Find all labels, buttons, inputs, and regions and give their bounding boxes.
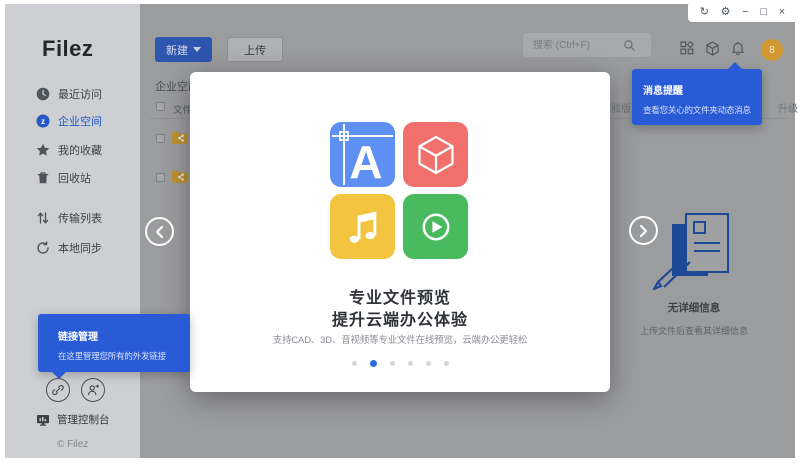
- cad-preview-tile: A: [330, 122, 395, 187]
- z-badge-icon: z: [36, 114, 50, 128]
- link-icon: [52, 384, 64, 396]
- upload-button-label: 上传: [244, 44, 266, 57]
- detail-panel-subtitle: 上传文件后查看其详细信息: [639, 326, 748, 336]
- trash-icon: [37, 172, 49, 184]
- chevron-left-icon: [155, 225, 164, 238]
- carousel-dot-active[interactable]: [369, 360, 377, 367]
- person-share-icon: [88, 384, 99, 396]
- search-input[interactable]: [523, 39, 623, 51]
- row-checkbox[interactable]: [156, 134, 165, 143]
- avatar-initial: 8: [769, 44, 775, 56]
- onboarding-modal: A 专业文件预览 提升云端办公体验 支持CAD、3D、音视频等专业文件在线预览，…: [190, 72, 610, 392]
- new-button[interactable]: 新建: [155, 37, 212, 62]
- upload-button[interactable]: 上传: [227, 37, 283, 62]
- sidebar-item-local-sync[interactable]: 本地同步: [22, 237, 135, 259]
- app-logo: Filez: [42, 36, 94, 61]
- search-icon: [624, 39, 635, 51]
- link-manage-button[interactable]: [46, 378, 70, 402]
- carousel-prev-button[interactable]: [145, 217, 174, 246]
- star-icon: [36, 143, 50, 156]
- new-button-label: 新建: [166, 44, 188, 57]
- carousel-dots: [190, 360, 610, 367]
- shared-folder-icon[interactable]: [171, 169, 189, 184]
- video-preview-tile: [403, 194, 468, 259]
- close-icon[interactable]: ×: [779, 6, 785, 18]
- notification-bell-icon[interactable]: [731, 41, 745, 56]
- sidebar-item-recycle-bin[interactable]: 回收站: [22, 167, 135, 189]
- carousel-dot[interactable]: [443, 361, 449, 366]
- carousel-dot[interactable]: [351, 361, 357, 366]
- sidebar-item-label: 企业空间: [58, 116, 102, 128]
- console-monitor-icon: [37, 414, 49, 426]
- sidebar-item-recent[interactable]: 最近访问: [22, 83, 135, 105]
- 3d-preview-tile: [403, 122, 468, 187]
- notification-tooltip: 消息提醒 查看您关心的文件夹动态消息: [632, 62, 762, 125]
- link-manage-tooltip-body: 在这里管理您所有的外发链接: [58, 351, 166, 361]
- sidebar-item-favorites[interactable]: 我的收藏: [22, 139, 135, 161]
- shared-folder-icon[interactable]: [171, 130, 189, 145]
- sidebar-item-label: 传输列表: [58, 213, 102, 225]
- copyright-text: © Filez: [57, 439, 89, 450]
- no-detail-illustration: [652, 213, 729, 290]
- sync-icon: [37, 241, 49, 254]
- minimize-icon[interactable]: −: [742, 6, 748, 18]
- carousel-next-button[interactable]: [629, 216, 658, 245]
- svg-text:A: A: [349, 136, 382, 187]
- refresh-icon[interactable]: ↻: [700, 6, 709, 18]
- chevron-right-icon: [639, 224, 648, 237]
- carousel-dot[interactable]: [425, 361, 431, 366]
- svg-text:z: z: [41, 117, 45, 126]
- sidebar-item-enterprise-space[interactable]: z 企业空间: [22, 110, 135, 132]
- clock-icon: [36, 87, 50, 101]
- modal-title-line2: 提升云端办公体验: [331, 312, 468, 329]
- sidebar-item-transfer-list[interactable]: 传输列表: [22, 207, 135, 229]
- transfer-icon: [37, 212, 49, 224]
- select-all-checkbox[interactable]: [156, 102, 165, 111]
- admin-console-label: 管理控制台: [57, 414, 110, 426]
- window-controls: ↻ ⚙ − □ ×: [688, 2, 797, 22]
- upgrade-link[interactable]: 升级: [778, 100, 798, 115]
- sidebar-item-label: 我的收藏: [58, 145, 102, 157]
- maximize-icon[interactable]: □: [760, 6, 767, 18]
- apps-grid-icon[interactable]: [680, 41, 694, 55]
- link-manage-tooltip: 链接管理 在这里管理您所有的外发链接: [38, 314, 190, 379]
- cad-a-icon: A: [332, 124, 393, 187]
- row-checkbox[interactable]: [156, 173, 165, 182]
- sidebar-item-label: 最近访问: [58, 89, 102, 101]
- admin-console-link[interactable]: 管理控制台: [36, 412, 110, 427]
- detail-panel-title: 无详细信息: [667, 302, 721, 314]
- music-note-icon: [349, 211, 376, 243]
- cube-3d-icon: [417, 135, 454, 174]
- tooltip-arrow-down: [52, 372, 66, 379]
- notification-tooltip-body: 查看您关心的文件夹动态消息: [643, 105, 751, 115]
- sidebar-item-label: 回收站: [58, 173, 91, 185]
- tooltip-arrow-up: [728, 62, 742, 69]
- modal-title-line1: 专业文件预览: [348, 290, 451, 307]
- link-manage-tooltip-title: 链接管理: [58, 332, 98, 343]
- audio-preview-tile: [330, 194, 395, 259]
- play-icon: [422, 213, 449, 240]
- package-cube-icon[interactable]: [705, 41, 720, 56]
- carousel-dot[interactable]: [407, 361, 413, 366]
- modal-subtitle: 支持CAD、3D、音视频等专业文件在线预览，云端办公更轻松: [272, 335, 528, 346]
- carousel-dot[interactable]: [389, 361, 395, 366]
- chevron-down-icon: [193, 47, 201, 52]
- search-box[interactable]: [523, 33, 651, 57]
- avatar[interactable]: 8: [761, 39, 783, 61]
- share-contacts-button[interactable]: [81, 378, 105, 402]
- window-settings-icon[interactable]: ⚙: [721, 6, 731, 18]
- sidebar-item-label: 本地同步: [58, 243, 102, 255]
- notification-tooltip-title: 消息提醒: [643, 86, 683, 97]
